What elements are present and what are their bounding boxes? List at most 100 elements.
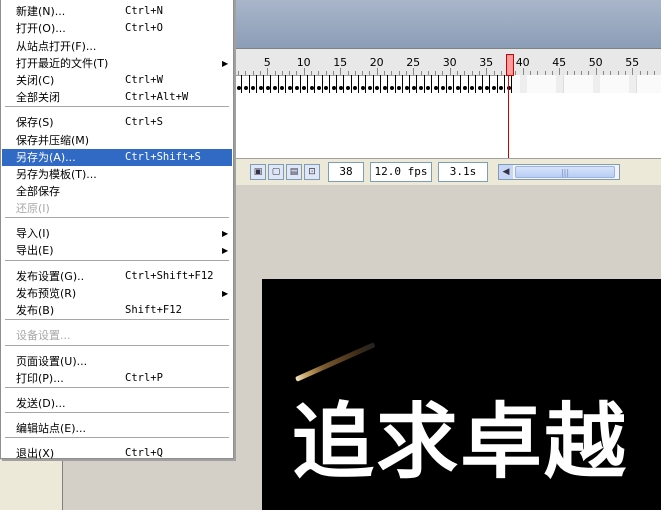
menu-item-open[interactable]: 打开(O)... Ctrl+O: [2, 20, 232, 37]
menu-item-label: 还原(I): [16, 202, 50, 215]
frame-ruler[interactable]: 51015202530354045505560: [236, 49, 661, 76]
menu-item-save-all[interactable]: 全部保存: [2, 183, 232, 200]
menu-item-open-from-site[interactable]: 从站点打开(F)...: [2, 38, 232, 55]
keyframe-cell[interactable]: [323, 75, 330, 93]
menu-item-save-as[interactable]: 另存为(A)... Ctrl+Shift+S: [2, 149, 232, 166]
keyframe-cell[interactable]: [279, 75, 287, 93]
keyframe-cell[interactable]: [498, 75, 506, 93]
menu-item-import[interactable]: 导入(I) ▶: [2, 225, 232, 242]
keyframe-cell[interactable]: [491, 75, 498, 93]
menu-item-send[interactable]: 发送(D)...: [2, 395, 232, 412]
menu-item-new[interactable]: 新建(N)... Ctrl+N: [2, 3, 232, 20]
keyframe-cell[interactable]: [235, 75, 243, 93]
onion-skin-outlines-icon[interactable]: ▢: [268, 164, 284, 180]
keyframe-cell[interactable]: [366, 75, 374, 93]
keyframe-cell[interactable]: [425, 75, 433, 93]
menu-item-label: 导出(E): [16, 244, 54, 257]
keyframe-dot-icon: [338, 86, 343, 90]
keyframe-cell[interactable]: [337, 75, 345, 93]
calligraphy-text: 追求卓越: [292, 394, 629, 490]
window-title-strip: [236, 0, 661, 49]
stage-canvas[interactable]: 追求卓越: [262, 279, 661, 510]
ruler-tick: [303, 68, 305, 75]
keyframe-cell[interactable]: [403, 75, 411, 93]
keyframe-cell[interactable]: [439, 75, 447, 93]
keyframe-cell[interactable]: [352, 75, 360, 93]
keyframe-cell[interactable]: [293, 75, 301, 93]
submenu-arrow-icon: ▶: [222, 246, 229, 255]
keyframe-cell[interactable]: [264, 75, 272, 93]
menu-item-publish-preview[interactable]: 发布预览(R) ▶: [2, 285, 232, 302]
menu-separator: [5, 319, 229, 320]
keyframe-dot-icon: [455, 86, 460, 90]
keyframe-cell[interactable]: [257, 75, 265, 93]
menu-item-export[interactable]: 导出(E) ▶: [2, 242, 232, 259]
menu-item-label: 退出(X): [16, 447, 55, 460]
ruler-number: 20: [369, 56, 384, 69]
menu-item-edit-sites[interactable]: 编辑站点(E)...: [2, 420, 232, 437]
menu-item-open-recent[interactable]: 打开最近的文件(T) ▶: [2, 55, 232, 72]
submenu-arrow-icon: ▶: [222, 229, 229, 238]
menu-item-publish[interactable]: 发布(B) Shift+F12: [2, 302, 232, 319]
keyframe-cell[interactable]: [461, 75, 469, 93]
menu-item-exit[interactable]: 退出(X) Ctrl+Q: [2, 445, 232, 462]
keyframe-cell[interactable]: [388, 75, 396, 93]
menu-item-shortcut: Shift+F12: [125, 304, 182, 316]
onion-skin-icon[interactable]: ▣: [250, 164, 266, 180]
edit-multiple-frames-icon[interactable]: ▤: [286, 164, 302, 180]
scroll-thumb[interactable]: |||: [515, 166, 615, 178]
keyframe-dot-icon: [309, 86, 314, 90]
ruler-number: 15: [333, 56, 348, 69]
timeline-panel[interactable]: 51015202530354045505560: [236, 48, 661, 159]
playhead-marker[interactable]: [506, 54, 515, 76]
keyframe-dot-icon: [258, 86, 263, 90]
keyframe-cell[interactable]: [330, 75, 338, 93]
keyframe-dot-icon: [441, 86, 446, 90]
menu-item-save-compact[interactable]: 保存并压缩(M): [2, 132, 232, 149]
menu-item-close-all[interactable]: 全部关闭 Ctrl+Alt+W: [2, 89, 232, 106]
layer-frames-row[interactable]: [236, 75, 661, 93]
keyframe-dot-icon: [331, 86, 336, 90]
menu-item-print[interactable]: 打印(P)... Ctrl+P: [2, 370, 232, 387]
ruler-number: 55: [625, 56, 640, 69]
menu-item-publish-settings[interactable]: 发布设置(G).. Ctrl+Shift+F12: [2, 268, 232, 285]
keyframe-cell[interactable]: [250, 75, 257, 93]
keyframe-cell[interactable]: [432, 75, 440, 93]
keyframe-dot-icon: [368, 86, 373, 90]
ruler-number: 5: [263, 56, 271, 69]
keyframe-cell[interactable]: [359, 75, 367, 93]
keyframe-cell[interactable]: [272, 75, 279, 93]
menu-item-close[interactable]: 关闭(C) Ctrl+W: [2, 72, 232, 89]
keyframe-cell[interactable]: [469, 75, 476, 93]
timeline-horizontal-scrollbar[interactable]: ◀ |||: [498, 164, 620, 180]
keyframe-cell[interactable]: [286, 75, 294, 93]
keyframe-dot-icon: [287, 86, 292, 90]
keyframe-cell[interactable]: [447, 75, 454, 93]
frame-rate-field[interactable]: 12.0 fps: [370, 162, 432, 182]
menu-item-page-setup[interactable]: 页面设置(U)...: [2, 353, 232, 370]
keyframe-cell[interactable]: [454, 75, 462, 93]
menu-item-label: 关闭(C): [16, 74, 55, 87]
modify-onion-markers-icon[interactable]: ⊡: [304, 164, 320, 180]
keyframe-cell[interactable]: [381, 75, 389, 93]
keyframe-cell[interactable]: [418, 75, 425, 93]
keyframe-cell[interactable]: [315, 75, 323, 93]
keyframe-cell[interactable]: [476, 75, 484, 93]
ruler-tick: [413, 68, 415, 75]
menu-item-save-as-template[interactable]: 另存为模板(T)...: [2, 166, 232, 183]
keyframe-cell[interactable]: [301, 75, 308, 93]
menu-separator: [5, 387, 229, 388]
menu-item-label: 发布预览(R): [16, 287, 77, 300]
keyframe-cell[interactable]: [410, 75, 418, 93]
menu-item-label: 导入(I): [16, 227, 50, 240]
keyframe-cell[interactable]: [242, 75, 250, 93]
keyframe-cell[interactable]: [345, 75, 352, 93]
keyframe-cell[interactable]: [483, 75, 491, 93]
scroll-left-arrow-icon[interactable]: ◀: [499, 165, 513, 179]
keyframe-cell[interactable]: [308, 75, 316, 93]
keyframe-dot-icon: [295, 86, 300, 90]
menu-item-device-settings: 设备设置...: [2, 327, 232, 344]
keyframe-cell[interactable]: [396, 75, 403, 93]
keyframe-cell[interactable]: [374, 75, 381, 93]
menu-item-save[interactable]: 保存(S) Ctrl+S: [2, 114, 232, 131]
